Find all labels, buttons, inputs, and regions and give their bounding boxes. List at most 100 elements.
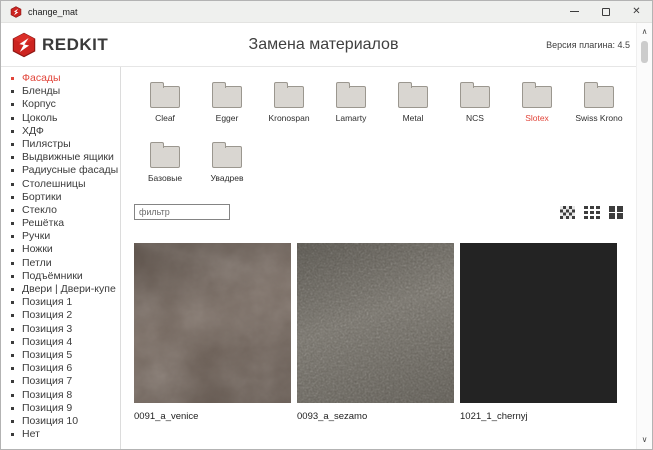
folder-icon: [212, 142, 242, 168]
material-grid: 0091_a_venice 0093_a_sezamo 1021_1_chern…: [134, 243, 652, 422]
sidebar-item-bortiki[interactable]: Бортики: [1, 191, 120, 204]
sidebar-item-reshetka[interactable]: Решётка: [1, 217, 120, 230]
bullet-icon: [11, 406, 14, 410]
small-grid-icon[interactable]: [560, 205, 575, 219]
scroll-up-icon[interactable]: ∧: [642, 26, 648, 38]
sidebar-item-pos2[interactable]: Позиция 2: [1, 309, 120, 322]
folder-slotex[interactable]: Slotex: [506, 79, 568, 123]
sidebar-item-stoleshnitsy[interactable]: Столешницы: [1, 178, 120, 191]
folder-kronospan[interactable]: Kronospan: [258, 79, 320, 123]
material-item-sezamo[interactable]: 0093_a_sezamo: [297, 243, 454, 422]
window-controls: ✕: [559, 1, 652, 22]
content-area: Cleaf Egger Kronospan Lamarty Metal NCS …: [121, 67, 652, 449]
brand: REDKIT: [11, 32, 108, 58]
bullet-icon: [11, 419, 14, 423]
bullet-icon: [11, 235, 14, 239]
brand-name: REDKIT: [42, 34, 109, 54]
scrollbar-thumb[interactable]: [641, 41, 648, 63]
folder-lamarty[interactable]: Lamarty: [320, 79, 382, 123]
folder-icon: [212, 82, 242, 108]
sidebar-item-ruchki[interactable]: Ручки: [1, 230, 120, 243]
bullet-icon: [11, 301, 14, 305]
material-item-venice[interactable]: 0091_a_venice: [134, 243, 291, 422]
bullet-icon: [11, 314, 14, 318]
folder-icon: [336, 82, 366, 108]
sidebar-item-podemniki[interactable]: Подъёмники: [1, 270, 120, 283]
sidebar-item-nozhki[interactable]: Ножки: [1, 243, 120, 256]
material-name: 0093_a_sezamo: [297, 411, 368, 422]
bullet-icon: [11, 288, 14, 292]
folder-swiss-krono[interactable]: Swiss Krono: [568, 79, 630, 123]
redkit-logo-icon: [12, 32, 36, 57]
folder-uvadrev[interactable]: Увадрев: [196, 139, 258, 183]
folder-ncs[interactable]: NCS: [444, 79, 506, 123]
material-swatch[interactable]: [134, 243, 291, 403]
sidebar-item-pos3[interactable]: Позиция 3: [1, 323, 120, 336]
maximize-button[interactable]: [590, 1, 621, 22]
large-grid-icon[interactable]: [609, 205, 623, 219]
folder-egger[interactable]: Egger: [196, 79, 258, 123]
sidebar-item-pos6[interactable]: Позиция 6: [1, 362, 120, 375]
bullet-icon: [11, 354, 14, 358]
material-swatch[interactable]: [460, 243, 617, 403]
folder-bazovye[interactable]: Базовые: [134, 139, 196, 183]
sidebar-item-pilyastry[interactable]: Пилястры: [1, 138, 120, 151]
material-swatch[interactable]: [297, 243, 454, 403]
bullet-icon: [11, 182, 14, 186]
filter-input[interactable]: [134, 204, 230, 220]
sidebar-item-pos5[interactable]: Позиция 5: [1, 349, 120, 362]
material-item-chernyj[interactable]: 1021_1_chernyj: [460, 243, 617, 422]
bullet-icon: [11, 274, 14, 278]
folder-icon: [150, 142, 180, 168]
main-area: Фасады Бленды Корпус Цоколь ХДФ Пилястры…: [1, 67, 652, 449]
bullet-icon: [11, 116, 14, 120]
sidebar-item-hdf[interactable]: ХДФ: [1, 125, 120, 138]
sidebar-item-pos10[interactable]: Позиция 10: [1, 415, 120, 428]
minimize-button[interactable]: [559, 1, 590, 22]
medium-grid-icon[interactable]: [584, 205, 600, 219]
bullet-icon: [11, 327, 14, 331]
close-button[interactable]: ✕: [621, 1, 652, 22]
sidebar-item-pos9[interactable]: Позиция 9: [1, 402, 120, 415]
view-size-switcher: [560, 205, 623, 219]
sidebar-item-korpus[interactable]: Корпус: [1, 98, 120, 111]
folder-icon: [398, 82, 428, 108]
title-bar: change_mat ✕: [1, 1, 652, 23]
sidebar-item-pos1[interactable]: Позиция 1: [1, 296, 120, 309]
folder-icon: [274, 82, 304, 108]
sidebar-item-fasady[interactable]: Фасады: [1, 72, 120, 85]
texture-shade: [134, 243, 291, 403]
bullet-icon: [11, 367, 14, 371]
folder-icon: [584, 82, 614, 108]
scroll-down-icon[interactable]: ∨: [642, 434, 648, 446]
folder-icon: [522, 82, 552, 108]
sidebar-item-dveri[interactable]: Двери | Двери-купе: [1, 283, 120, 296]
folder-metal[interactable]: Metal: [382, 79, 444, 123]
bullet-icon: [11, 156, 14, 160]
sidebar-item-pos8[interactable]: Позиция 8: [1, 389, 120, 402]
sidebar-item-radiusnye[interactable]: Радиусные фасады: [1, 164, 120, 177]
folder-cleaf[interactable]: Cleaf: [134, 79, 196, 123]
app-logo-icon: [10, 5, 22, 18]
bullet-icon: [11, 169, 14, 173]
material-name: 0091_a_venice: [134, 411, 199, 422]
bullet-icon: [11, 248, 14, 252]
texture-shade: [297, 243, 454, 403]
bullet-icon: [11, 90, 14, 94]
brand-folders-row-2: Базовые Увадрев: [134, 139, 652, 183]
sidebar-item-petli[interactable]: Петли: [1, 257, 120, 270]
vertical-scrollbar[interactable]: ∧ ∨: [636, 23, 652, 449]
sidebar-item-net[interactable]: Нет: [1, 428, 120, 441]
sidebar-item-blendy[interactable]: Бленды: [1, 85, 120, 98]
bullet-icon: [11, 340, 14, 344]
sidebar-item-pos4[interactable]: Позиция 4: [1, 336, 120, 349]
sidebar-item-steklo[interactable]: Стекло: [1, 204, 120, 217]
bullet-icon: [11, 380, 14, 384]
sidebar-item-yashiki[interactable]: Выдвижные ящики: [1, 151, 120, 164]
bullet-icon: [11, 143, 14, 147]
bullet-icon: [11, 222, 14, 226]
sidebar-item-tsokol[interactable]: Цоколь: [1, 112, 120, 125]
page-title: Замена материалов: [248, 35, 399, 53]
bullet-icon: [11, 261, 14, 265]
sidebar-item-pos7[interactable]: Позиция 7: [1, 375, 120, 388]
